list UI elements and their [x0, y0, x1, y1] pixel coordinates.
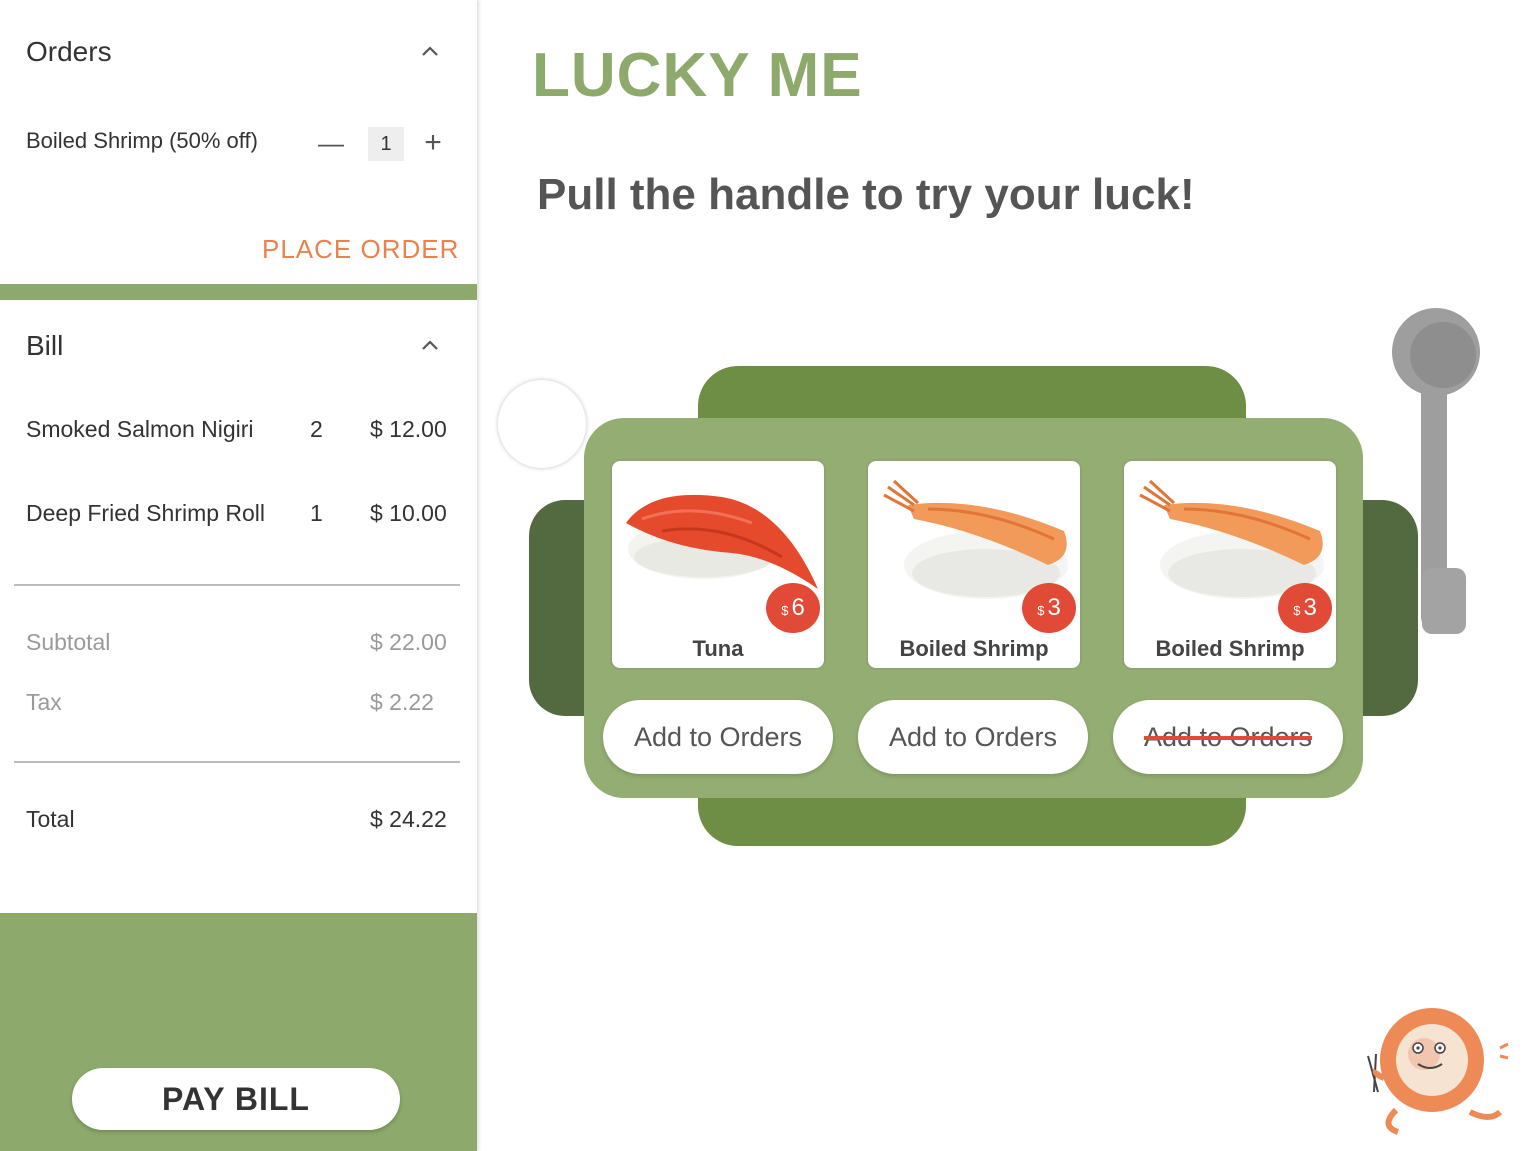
add-to-orders-button[interactable]: Add to Orders [603, 700, 833, 774]
subtotal-value: $ 22.00 [370, 629, 447, 655]
price-badge: $3 [1278, 583, 1332, 633]
total-value: $ 24.22 [370, 806, 447, 832]
order-item-name: Boiled Shrimp (50% off) [26, 128, 258, 153]
sidebar: Orders Boiled Shrimp (50% off) — 1 + PLA… [0, 0, 477, 1151]
tax-row: Tax $ 2.22 [26, 689, 456, 719]
price-value: 3 [1047, 594, 1061, 621]
slot-card[interactable]: $3 Boiled Shrimp [868, 461, 1080, 668]
chevron-up-icon[interactable] [420, 338, 440, 352]
sushi-mascot-icon [1367, 1008, 1509, 1135]
price-currency: $ [781, 603, 789, 618]
price-badge: $3 [1022, 583, 1076, 633]
tax-label: Tax [26, 689, 62, 715]
slot-item-name: Boiled Shrimp [1155, 636, 1305, 661]
place-order-button[interactable]: PLACE ORDER [262, 234, 459, 265]
price-currency: $ [1293, 603, 1301, 618]
lever-handle-shade [1410, 322, 1476, 388]
divider [14, 761, 460, 763]
decrease-quantity-button[interactable]: — [316, 128, 346, 158]
chevron-up-icon[interactable] [420, 44, 440, 58]
slot-item-name: Tuna [692, 636, 744, 661]
bill-title: Bill [26, 330, 64, 361]
total-row: Total $ 24.22 [26, 806, 456, 836]
pay-bill-button[interactable]: PAY BILL [72, 1068, 400, 1130]
bill-item-name: Smoked Salmon Nigiri [26, 416, 254, 442]
bill-item-price: $ 10.00 [370, 500, 447, 526]
price-value: 6 [791, 594, 805, 621]
orders-title: Orders [26, 36, 112, 67]
price-badge: $6 [766, 583, 820, 633]
price-value: 3 [1303, 594, 1317, 621]
bill-item-qty: 1 [310, 500, 323, 526]
page-title: LUCKY ME [532, 41, 863, 110]
bill-item-name: Deep Fried Shrimp Roll [26, 500, 266, 526]
slot-item-name: Boiled Shrimp [899, 636, 1049, 661]
lever-base [1422, 568, 1466, 634]
slot-card[interactable]: $6 Tuna [612, 461, 824, 668]
quantity-value[interactable]: 1 [368, 127, 404, 161]
divider [14, 584, 460, 586]
tagline: Pull the handle to try your luck! [537, 170, 1195, 219]
add-to-orders-button-disabled: Add to Orders [1113, 700, 1343, 774]
increase-quantity-button[interactable]: + [418, 128, 448, 158]
total-label: Total [26, 806, 75, 832]
bill-item-qty: 2 [310, 416, 323, 442]
add-to-orders-button[interactable]: Add to Orders [858, 700, 1088, 774]
subtotal-label: Subtotal [26, 629, 111, 655]
subtotal-row: Subtotal $ 22.00 [26, 629, 456, 659]
section-divider-bar [0, 284, 477, 300]
spin-indicator[interactable] [498, 380, 586, 468]
price-currency: $ [1037, 603, 1045, 618]
bill-item-row: Deep Fried Shrimp Roll 1 $ 10.00 [26, 500, 456, 530]
bill-item-row: Smoked Salmon Nigiri 2 $ 12.00 [26, 416, 456, 446]
tax-value: $ 2.22 [370, 689, 434, 715]
slot-card[interactable]: $3 Boiled Shrimp [1124, 461, 1336, 668]
bill-item-price: $ 12.00 [370, 416, 447, 442]
